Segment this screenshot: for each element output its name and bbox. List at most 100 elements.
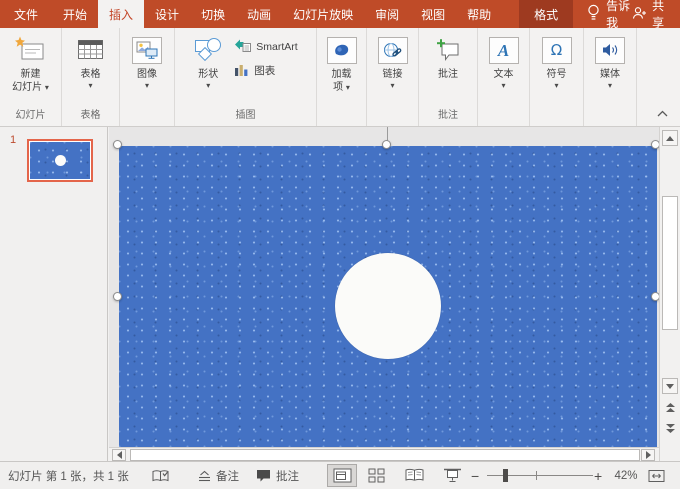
chart-button[interactable]: 图表 xyxy=(231,61,300,80)
normal-view-icon xyxy=(333,468,352,483)
plus-icon: + xyxy=(594,469,602,483)
text-label: 文本 xyxy=(494,68,514,81)
next-slide-button[interactable] xyxy=(662,420,678,436)
table-icon xyxy=(77,32,104,68)
slide-thumbnail-panel: 1 xyxy=(0,127,108,461)
thumbnail-circle-shape xyxy=(55,155,66,166)
spellcheck-book-icon xyxy=(152,469,169,483)
group-symbols-collapsed: Ω 符号 ▾ xyxy=(530,28,584,126)
tab-review[interactable]: 审阅 xyxy=(364,0,410,28)
view-switcher xyxy=(327,462,467,489)
group-media-collapsed: 媒体 ▾ xyxy=(584,28,637,126)
slide-sorter-view-button[interactable] xyxy=(361,464,391,487)
zoom-level-button[interactable]: 42% xyxy=(608,462,644,489)
scroll-down-button[interactable] xyxy=(662,378,678,394)
group-links-collapsed: 链接 ▾ xyxy=(367,28,419,126)
images-label: 图像 xyxy=(137,68,157,81)
addins-button[interactable]: 加载 项 ▾ xyxy=(324,30,360,94)
addins-label-1: 加载 xyxy=(332,68,352,81)
tell-me-button[interactable]: 告诉我 xyxy=(587,0,632,28)
tab-format-contextual[interactable]: 格式 xyxy=(519,0,573,28)
slide-sorter-icon xyxy=(368,468,385,483)
new-slide-label-1: 新建 xyxy=(20,68,40,81)
proofing-button[interactable] xyxy=(152,462,169,489)
shapes-icon xyxy=(193,32,223,68)
slide-background-shape[interactable] xyxy=(119,146,657,447)
tab-animations[interactable]: 动画 xyxy=(236,0,282,28)
dropdown-arrow-icon: ▾ xyxy=(608,81,612,90)
fit-slide-to-window-button[interactable] xyxy=(648,462,665,489)
media-label: 媒体 xyxy=(600,68,620,81)
slideshow-view-button[interactable] xyxy=(437,464,467,487)
media-button[interactable]: 媒体 ▾ xyxy=(592,30,628,90)
symbols-label: 符号 xyxy=(547,68,567,81)
slide-thumbnail-1[interactable] xyxy=(27,139,93,182)
tab-file[interactable]: 文件 xyxy=(0,0,52,28)
horizontal-scrollbar-thumb[interactable] xyxy=(130,449,640,461)
group-label-tables: 表格 xyxy=(62,108,119,126)
zoom-slider-thumb[interactable] xyxy=(503,469,508,482)
tab-help[interactable]: 帮助 xyxy=(456,0,502,28)
links-label: 链接 xyxy=(383,68,403,81)
group-text-collapsed: A 文本 ▾ xyxy=(478,28,530,126)
comments-button[interactable]: 批注 xyxy=(256,462,299,489)
selection-handle-middle-right[interactable] xyxy=(651,292,659,301)
slide-number: 1 xyxy=(10,134,16,146)
dropdown-arrow-icon: ▾ xyxy=(45,83,49,92)
tab-home[interactable]: 开始 xyxy=(52,0,98,28)
share-button[interactable]: 共享 xyxy=(632,0,668,28)
scroll-left-button[interactable] xyxy=(112,449,126,461)
vertical-scrollbar[interactable] xyxy=(659,127,680,461)
table-button[interactable]: 表格 ▾ xyxy=(74,30,107,90)
group-label-slides: 幻灯片 xyxy=(0,108,61,126)
addins-label-2: 项 ▾ xyxy=(333,81,350,94)
zoom-in-button[interactable]: + xyxy=(594,462,602,489)
notes-label: 备注 xyxy=(216,468,239,484)
tab-slideshow[interactable]: 幻灯片放映 xyxy=(282,0,364,28)
omega-icon: Ω xyxy=(542,37,572,64)
dropdown-arrow-icon: ▾ xyxy=(346,83,350,92)
reading-view-button[interactable] xyxy=(399,464,429,487)
tab-design[interactable]: 设计 xyxy=(144,0,190,28)
notes-icon xyxy=(198,470,211,482)
white-circle-shape[interactable] xyxy=(335,253,441,359)
selection-handle-top-center[interactable] xyxy=(382,140,391,149)
new-comment-button[interactable]: 批注 xyxy=(433,30,463,81)
images-button[interactable]: 图像 ▾ xyxy=(129,30,165,90)
tab-transitions[interactable]: 切换 xyxy=(190,0,236,28)
scroll-right-button[interactable] xyxy=(641,449,655,461)
tab-insert[interactable]: 插入 xyxy=(98,0,144,28)
collapse-ribbon-button[interactable] xyxy=(655,108,669,118)
text-button[interactable]: A 文本 ▾ xyxy=(486,30,522,90)
new-slide-button[interactable]: 新建 幻灯片 ▾ xyxy=(9,30,52,94)
tab-view[interactable]: 视图 xyxy=(410,0,456,28)
previous-slide-button[interactable] xyxy=(662,400,678,416)
rotation-handle-stem[interactable] xyxy=(387,127,388,141)
chart-icon xyxy=(234,62,249,80)
selection-handle-top-left[interactable] xyxy=(113,140,122,149)
vertical-scrollbar-thumb[interactable] xyxy=(662,196,678,330)
new-slide-label-2: 幻灯片 ▾ xyxy=(12,81,49,94)
symbols-button[interactable]: Ω 符号 ▾ xyxy=(539,30,575,90)
selection-handle-middle-left[interactable] xyxy=(113,292,122,301)
smartart-button[interactable]: SmartArt xyxy=(231,37,300,56)
ribbon-tab-bar: 文件 开始 插入 设计 切换 动画 幻灯片放映 审阅 视图 帮助 格式 告诉我 … xyxy=(0,0,680,28)
notes-button[interactable]: 备注 xyxy=(198,462,239,489)
slide-canvas[interactable] xyxy=(109,127,659,447)
add-person-icon xyxy=(632,6,647,23)
links-button[interactable]: 链接 ▾ xyxy=(375,30,411,90)
shapes-button[interactable]: 形状 ▾ xyxy=(190,30,226,90)
chart-label: 图表 xyxy=(254,63,275,78)
scroll-up-button[interactable] xyxy=(662,130,678,146)
group-label-comments: 批注 xyxy=(419,108,477,126)
dropdown-arrow-icon: ▾ xyxy=(554,81,558,90)
normal-view-button[interactable] xyxy=(327,464,357,487)
zoom-level-value: 42% xyxy=(614,470,637,482)
horizontal-scrollbar[interactable] xyxy=(109,447,659,461)
group-tables: 表格 ▾ 表格 xyxy=(62,28,120,126)
zoom-out-button[interactable]: − xyxy=(471,462,479,489)
italic-a-icon: A xyxy=(489,37,519,64)
group-comments: 批注 批注 xyxy=(419,28,478,126)
comments-label: 批注 xyxy=(276,468,299,484)
selection-handle-top-right[interactable] xyxy=(651,140,659,149)
